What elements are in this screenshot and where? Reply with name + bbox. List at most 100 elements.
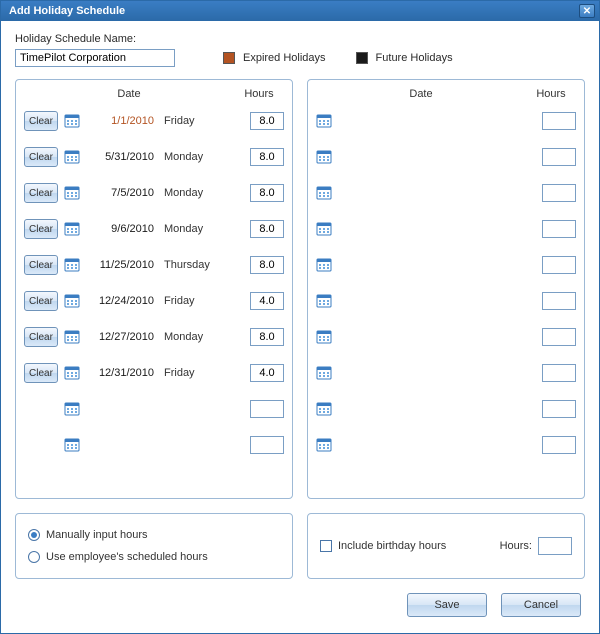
hours-input[interactable] (542, 148, 576, 166)
clear-button[interactable]: Clear (24, 219, 58, 239)
hours-input[interactable] (542, 436, 576, 454)
radio-scheduled-icon (28, 551, 40, 563)
hours-input[interactable] (250, 148, 284, 166)
holiday-row: Clear5/31/2010Monday (24, 146, 284, 168)
clear-button[interactable]: Clear (24, 255, 58, 275)
hours-input[interactable] (542, 292, 576, 310)
hours-input[interactable] (250, 292, 284, 310)
panels: Date Hours Clear 1/1/2010 Friday Clear 5/31/… (15, 79, 585, 499)
left-panel: Date Hours Clear 1/1/2010 Friday Clear 5/31/… (15, 79, 293, 499)
holiday-row: Clear 1/1/2010 Friday (24, 110, 284, 132)
hours-input[interactable] (250, 112, 284, 130)
hours-input[interactable] (250, 220, 284, 238)
clear-button[interactable]: Clear (24, 363, 58, 383)
calendar-icon[interactable] (316, 329, 332, 345)
right-panel: Date Hours (307, 79, 585, 499)
schedule-name-input[interactable] (15, 49, 175, 67)
dialog-body: Holiday Schedule Name: Expired Holidays … (1, 21, 599, 627)
titlebar: Add Holiday Schedule ✕ (1, 1, 599, 21)
calendar-icon[interactable] (316, 257, 332, 273)
holiday-row (24, 398, 284, 420)
hours-input[interactable] (250, 364, 284, 382)
calendar-icon[interactable] (64, 221, 80, 237)
radio-manual-label: Manually input hours (46, 529, 148, 541)
birthday-panel: Include birthday hours Hours: (307, 513, 585, 579)
cancel-button[interactable]: Cancel (501, 593, 581, 617)
clear-button[interactable]: Clear (24, 147, 58, 167)
day-of-week: Friday (160, 115, 220, 127)
hours-input[interactable] (250, 400, 284, 418)
holiday-row: Clear9/6/2010Monday (24, 218, 284, 240)
hours-input[interactable] (250, 436, 284, 454)
right-hours-header: Hours (526, 88, 576, 100)
calendar-icon[interactable] (64, 437, 80, 453)
radio-manual[interactable]: Manually input hours (28, 529, 280, 541)
day-of-week: Friday (160, 295, 220, 307)
bottom-row: Manually input hours Use employee's sche… (15, 513, 585, 579)
calendar-icon[interactable] (316, 221, 332, 237)
calendar-icon[interactable] (316, 185, 332, 201)
holiday-row: Clear 12/27/2010 Monday (24, 326, 284, 348)
date-text: 9/6/2010 (86, 223, 154, 235)
save-button[interactable]: Save (407, 593, 487, 617)
calendar-icon[interactable] (64, 149, 80, 165)
date-text: 12/27/2010 (86, 331, 154, 343)
calendar-icon[interactable] (64, 365, 80, 381)
hours-input[interactable] (542, 256, 576, 274)
radio-manual-icon (28, 529, 40, 541)
calendar-icon[interactable] (316, 401, 332, 417)
left-hours-header: Hours (234, 88, 284, 100)
expired-swatch-icon (223, 52, 235, 64)
hours-input[interactable] (250, 184, 284, 202)
calendar-icon[interactable] (64, 401, 80, 417)
date-text: 7/5/2010 (86, 187, 154, 199)
close-button[interactable]: ✕ (579, 4, 595, 18)
clear-button[interactable]: Clear (24, 183, 58, 203)
hours-input[interactable] (542, 220, 576, 238)
clear-placeholder (24, 435, 58, 455)
calendar-icon[interactable] (64, 329, 80, 345)
hours-input[interactable] (542, 184, 576, 202)
holiday-row: Clear 12/24/2010 Friday (24, 290, 284, 312)
top-row: Holiday Schedule Name: Expired Holidays … (15, 33, 585, 67)
date-text: 1/1/2010 (86, 115, 154, 127)
date-text: 5/31/2010 (86, 151, 154, 163)
birthday-hours-input[interactable] (538, 537, 572, 555)
left-panel-header: Date Hours (24, 88, 284, 100)
date-text: 11/25/2010 (86, 259, 154, 271)
day-of-week: Friday (160, 367, 220, 379)
include-birthday-label: Include birthday hours (338, 540, 446, 552)
calendar-icon[interactable] (64, 185, 80, 201)
clear-button[interactable]: Clear (24, 291, 58, 311)
hours-input[interactable] (542, 112, 576, 130)
legend-future-label: Future Holidays (376, 52, 453, 64)
day-of-week: Monday (160, 331, 220, 343)
schedule-name-block: Holiday Schedule Name: (15, 33, 175, 67)
hours-input[interactable] (542, 328, 576, 346)
holiday-row (316, 434, 576, 456)
hours-input[interactable] (542, 364, 576, 382)
hours-input[interactable] (250, 256, 284, 274)
include-birthday[interactable]: Include birthday hours (320, 540, 446, 552)
dialog-window: Add Holiday Schedule ✕ Holiday Schedule … (0, 0, 600, 634)
calendar-icon[interactable] (316, 113, 332, 129)
birthday-hours-label: Hours: (500, 540, 532, 552)
calendar-icon[interactable] (316, 149, 332, 165)
legend-expired: Expired Holidays (223, 52, 326, 64)
hours-input[interactable] (250, 328, 284, 346)
date-text: 12/24/2010 (86, 295, 154, 307)
calendar-icon[interactable] (64, 293, 80, 309)
holiday-row (316, 110, 576, 132)
clear-button[interactable]: Clear (24, 327, 58, 347)
holiday-row (316, 254, 576, 276)
future-swatch-icon (356, 52, 368, 64)
calendar-icon[interactable] (316, 365, 332, 381)
hours-input[interactable] (542, 400, 576, 418)
holiday-row (316, 398, 576, 420)
calendar-icon[interactable] (64, 113, 80, 129)
calendar-icon[interactable] (316, 293, 332, 309)
calendar-icon[interactable] (64, 257, 80, 273)
calendar-icon[interactable] (316, 437, 332, 453)
radio-scheduled[interactable]: Use employee's scheduled hours (28, 551, 280, 563)
clear-button[interactable]: Clear (24, 111, 58, 131)
